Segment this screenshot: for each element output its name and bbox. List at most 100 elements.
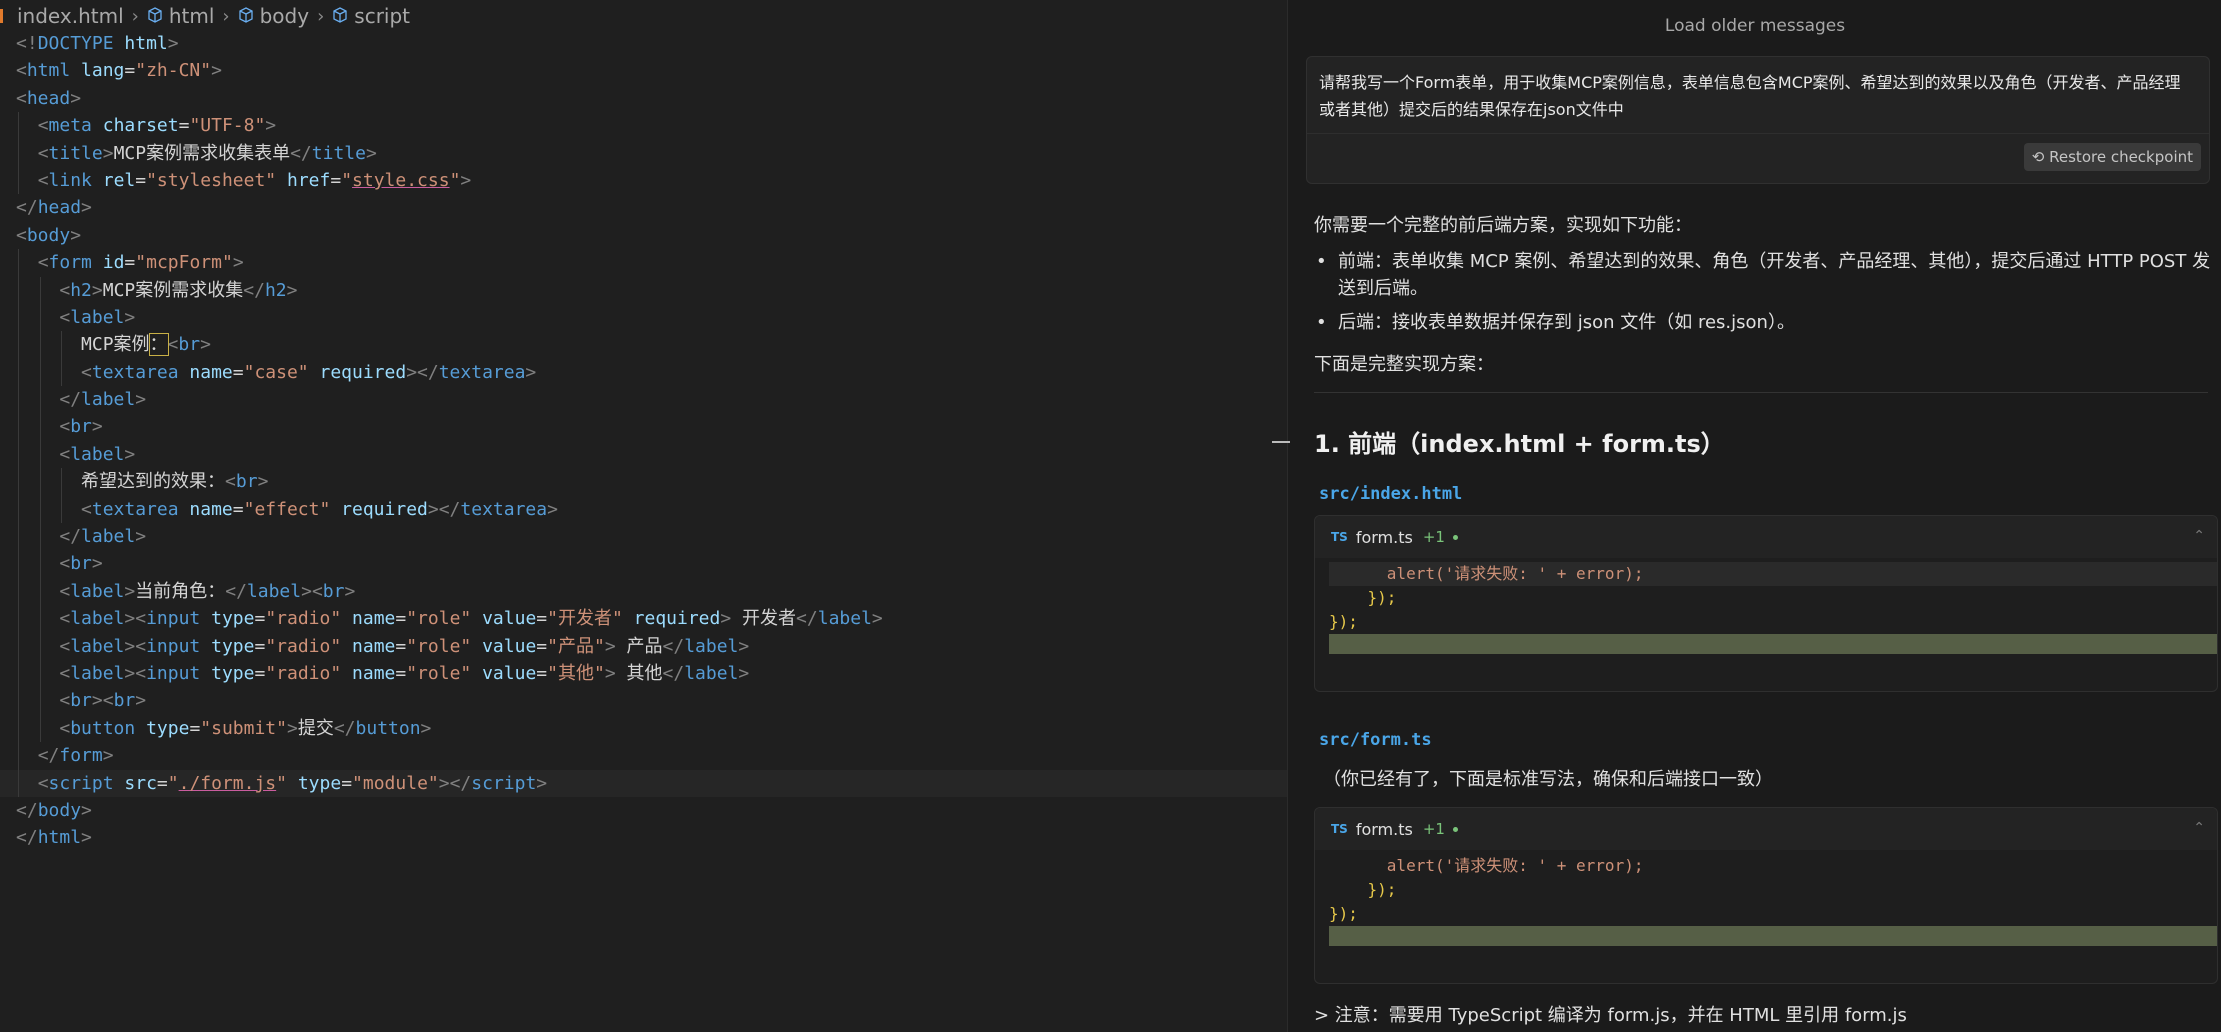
code-line[interactable]: <button type="submit">提交</button> [0,714,1287,743]
code-token: <! [16,33,38,54]
diff-highlight [1329,926,2217,946]
status-dot [1452,826,1458,832]
restore-checkpoint-button[interactable]: ⟲ Restore checkpoint [2023,143,2201,171]
code-token: DOCTYPE [37,33,114,54]
code-line[interactable]: <!DOCTYPE html> [0,30,1287,57]
code-token: label [70,608,125,630]
code-token: alert(' [1386,856,1455,875]
code-token: > [286,717,298,739]
code-token: > [102,142,114,164]
code-token: > [81,197,92,219]
code-token: MCP案例 [81,334,150,356]
user-message: 请帮我写一个Form表单，用于收集MCP案例信息，表单信息包含MCP案例、希望达… [1306,56,2210,184]
code-token: textarea [91,361,179,383]
code-line[interactable]: <html lang="zh-CN"> [0,57,1287,84]
breadcrumb-script[interactable]: script [354,4,410,28]
code-line[interactable]: <label> [0,440,1287,469]
code-token: = [536,635,548,657]
code-token: html [26,60,71,82]
code-block-1[interactable]: TS form.ts +1 ⌃ alert('请求失败: ' + error);… [1314,515,2218,692]
status-dot [1452,534,1458,540]
code-line[interactable]: </body> [0,797,1287,824]
indent-guide [18,413,19,441]
code-line[interactable]: <script src="./form.js" type="module"></… [0,769,1287,797]
code-line[interactable]: <label> [0,303,1287,332]
code-line[interactable]: <h2>MCP案例需求收集</h2> [0,276,1287,304]
breadcrumb-file[interactable]: index.html [17,4,124,28]
code-token: id [102,252,125,274]
code-token: > [135,526,147,548]
code-line[interactable]: </html> [0,824,1287,851]
code-line[interactable]: <br> [0,413,1287,441]
code-line[interactable]: <head> [0,85,1287,112]
code-token: head [37,197,82,219]
section-heading: 1. 前端（index.html + form.ts） [1314,430,1725,458]
collapse-handle[interactable] [1272,441,1290,443]
code-line[interactable]: <textarea name="effect" required></texta… [0,495,1287,524]
code-token: lang [81,60,125,82]
code-line[interactable]: <body> [0,222,1287,249]
code-token: = [124,252,136,274]
code-token: > [211,60,222,82]
code-line[interactable]: <label><input type="radio" name="role" v… [0,632,1287,660]
code-token: label [246,580,302,602]
code-token: 请求失败: ' + error); [1454,564,1644,583]
code-line[interactable]: </form> [0,742,1287,770]
code-block-2[interactable]: TS form.ts +1 ⌃ alert('请求失败: ' + error);… [1314,807,2218,984]
code-token: < [81,361,92,383]
code-line[interactable]: <label><input type="radio" name="role" v… [0,659,1287,688]
indent-guide [18,769,19,797]
code-token: ></ [406,361,439,383]
code-line[interactable]: <label>当前角色：</label><br> [0,577,1287,606]
code-token: "case" [243,361,309,383]
code-token: name [352,662,396,684]
breadcrumb-body[interactable]: body [260,4,309,28]
indent-guide [18,714,19,743]
bullet-text: 后端：接收表单数据并保存到 json 文件（如 res.json）。 [1338,312,1795,333]
chevron-right-icon: › [222,5,230,27]
code-token: form [48,252,92,274]
typescript-icon: TS [1331,530,1348,544]
code-editor[interactable]: index.html › html › body › script <!DOCT… [0,0,1287,1032]
code-line[interactable]: 希望达到的效果：<br> [0,468,1287,496]
code-line[interactable]: </label> [0,523,1287,551]
code-line[interactable]: MCP案例：<br> [0,331,1287,359]
code-line[interactable]: <br> [0,550,1287,578]
code-line[interactable]: <meta charset="UTF-8"> [0,112,1287,140]
code-token: > [720,608,732,630]
code-token: label [81,526,136,548]
code-token: ></ [427,498,461,520]
code-block-header[interactable]: TS form.ts +1 ⌃ [1315,808,2217,850]
indent-guide [39,413,41,441]
code-token: </ [16,197,38,219]
chat-panel: Load older messages 请帮我写一个Form表单，用于收集MCP… [1272,0,2221,1032]
code-line[interactable]: </head> [0,194,1287,221]
code-token: > [124,580,136,602]
code-token: = [395,662,407,684]
code-token: type [146,717,190,739]
breadcrumb-html[interactable]: html [169,4,215,28]
code-block-header[interactable]: TS form.ts +1 ⌃ [1315,516,2217,558]
code-line[interactable]: <label><input type="radio" name="role" v… [0,605,1287,633]
code-token: br [70,416,92,438]
chevron-updown-icon[interactable]: ⌃ [2193,820,2205,836]
code-line[interactable]: <form id="mcpForm"> [0,249,1287,277]
code-token: > [604,662,616,684]
indent-guide [39,550,41,578]
load-older-messages[interactable]: Load older messages [1288,16,2221,36]
code-token: < [59,662,71,684]
code-line[interactable]: </label> [0,386,1287,414]
code-token: </ [662,635,685,657]
code-line[interactable]: <link rel="stylesheet" href="style.css"> [0,166,1287,195]
code-line[interactable]: <title>MCP案例需求收集表单</title> [0,139,1287,167]
code-lines[interactable]: <!DOCTYPE html> <html lang="zh-CN"> <head>… [0,30,1287,852]
code-line[interactable]: <br><br> [0,687,1287,715]
code-token: rel [102,169,136,191]
indent-guide [18,139,19,167]
code-line[interactable]: <textarea name="case" required></textare… [0,358,1287,387]
chevron-updown-icon[interactable]: ⌃ [2193,528,2205,544]
